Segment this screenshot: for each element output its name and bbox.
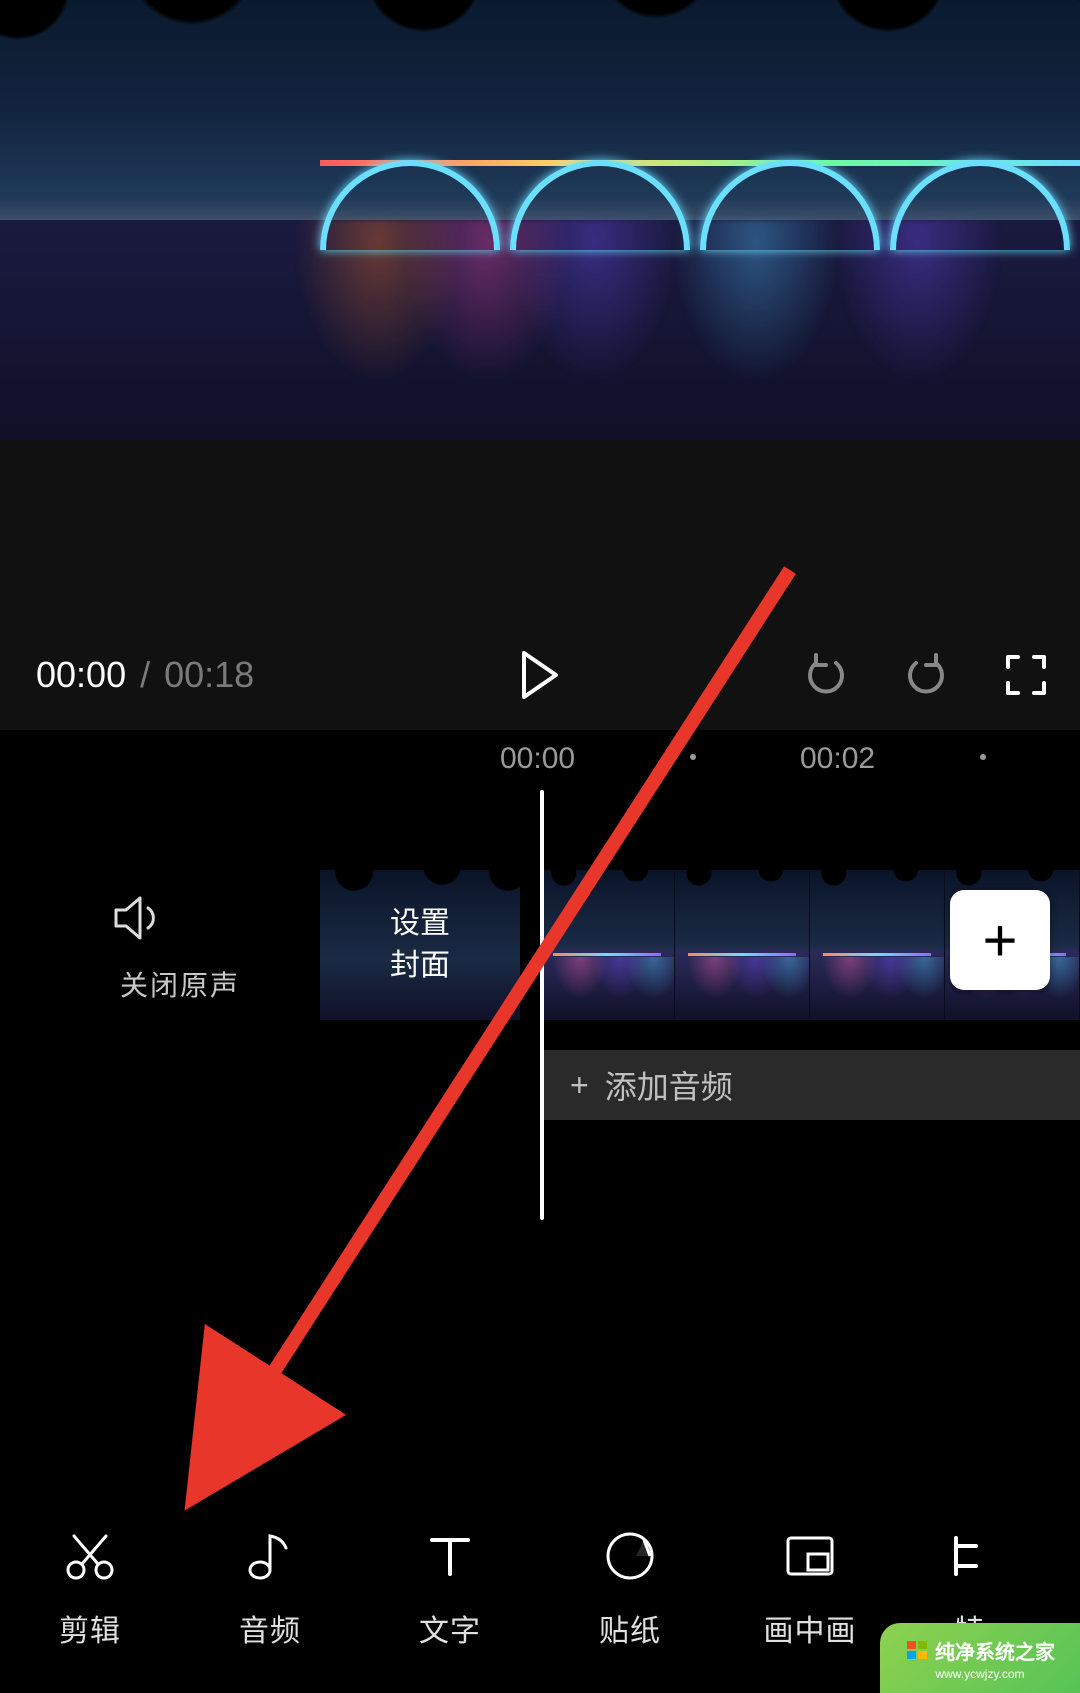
preview-scene-reflection: [0, 220, 1080, 440]
video-editor-app: 00:00 / 00:18: [0, 0, 1080, 1693]
ruler-tick-dot: [980, 754, 986, 760]
timeline-ruler[interactable]: 00:00 00:02: [0, 730, 1080, 790]
time-separator: /: [140, 654, 150, 696]
playhead[interactable]: [540, 790, 544, 1220]
fullscreen-icon: [1004, 653, 1048, 697]
cover-label: 设置 封面: [390, 903, 450, 987]
tool-label: 剪辑: [59, 1606, 121, 1650]
add-audio-button[interactable]: + 添加音频: [540, 1050, 1080, 1120]
clip-frame-thumbnail: [540, 870, 675, 1020]
mute-label: 关闭原声: [110, 964, 250, 1004]
windows-icon: [905, 1638, 929, 1662]
track-area: 关闭原声 设置 封面 +: [0, 790, 1080, 1170]
fullscreen-button[interactable]: [1000, 649, 1052, 701]
plus-icon: +: [570, 1067, 589, 1104]
preview-scene-foliage: [0, 0, 1080, 100]
tool-label: 画中画: [764, 1606, 857, 1650]
effects-icon: [940, 1526, 1000, 1586]
clip-frame-thumbnail: [675, 870, 810, 1020]
tool-cut[interactable]: 剪辑: [0, 1526, 180, 1650]
speaker-icon: [110, 890, 166, 946]
play-button[interactable]: [512, 647, 568, 703]
clip-frame-thumbnail: [810, 870, 945, 1020]
plus-icon: +: [982, 906, 1017, 975]
tool-label: 音频: [239, 1606, 301, 1650]
play-icon: [520, 651, 560, 699]
watermark-url: www.ycwjzy.com: [935, 1667, 1024, 1681]
scissors-icon: [60, 1526, 120, 1586]
redo-button[interactable]: [900, 649, 952, 701]
tool-text[interactable]: 文字: [360, 1526, 540, 1650]
redo-icon: [902, 651, 950, 699]
tool-label: 文字: [419, 1606, 481, 1650]
set-cover-button[interactable]: 设置 封面: [320, 870, 520, 1020]
add-audio-label: 添加音频: [605, 1062, 733, 1108]
total-time: 00:18: [164, 654, 254, 696]
video-preview[interactable]: [0, 0, 1080, 440]
sticker-icon: [600, 1526, 660, 1586]
preview-scene-bridge: [320, 160, 1080, 210]
undo-icon: [802, 651, 850, 699]
watermark-badge: 纯净系统之家 www.ycwjzy.com: [880, 1623, 1080, 1693]
mute-original-sound-button[interactable]: 关闭原声: [110, 890, 250, 1004]
music-note-icon: [240, 1526, 300, 1586]
ruler-tick-dot: [690, 754, 696, 760]
ruler-mark-1: 00:02: [800, 742, 875, 776]
ruler-mark-0: 00:00: [500, 742, 575, 776]
player-right-controls: [800, 620, 1052, 730]
time-display: 00:00 / 00:18: [36, 654, 254, 696]
watermark-text: 纯净系统之家: [935, 1636, 1055, 1665]
tool-pip[interactable]: 画中画: [720, 1526, 900, 1650]
tool-sticker[interactable]: 贴纸: [540, 1526, 720, 1650]
preview-letterbox: [0, 440, 1080, 620]
tool-label: 贴纸: [599, 1606, 661, 1650]
tool-audio[interactable]: 音频: [180, 1526, 360, 1650]
current-time: 00:00: [36, 654, 126, 696]
player-bar: 00:00 / 00:18: [0, 620, 1080, 730]
add-clip-button[interactable]: +: [950, 890, 1050, 990]
picture-in-picture-icon: [780, 1526, 840, 1586]
preview-scene-water: [0, 220, 1080, 440]
text-icon: [420, 1526, 480, 1586]
timeline[interactable]: 00:00 00:02 关闭原声 设置 封面: [0, 730, 1080, 1430]
undo-button[interactable]: [800, 649, 852, 701]
